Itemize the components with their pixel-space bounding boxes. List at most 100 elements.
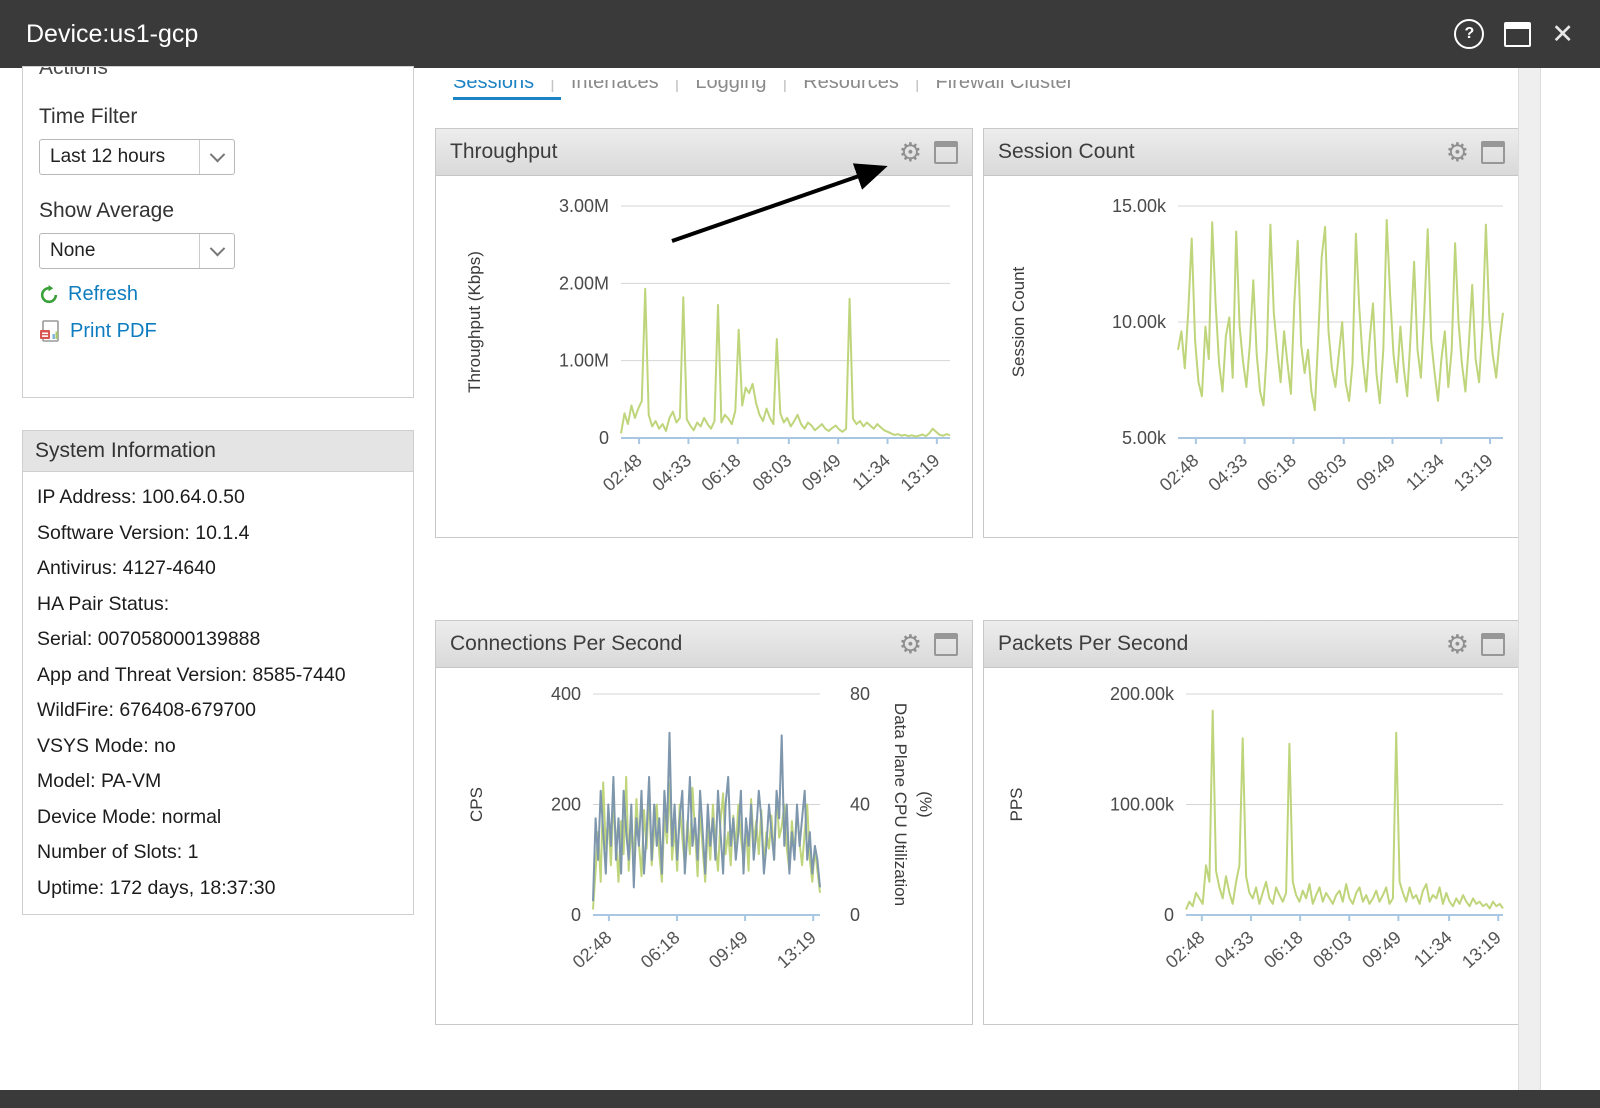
chevron-down-icon xyxy=(209,146,225,162)
panel-header: Throughput ⚙ xyxy=(436,129,972,176)
system-info-item: Model: PA-VM xyxy=(37,764,399,800)
refresh-label: Refresh xyxy=(68,283,138,306)
svg-text:09:49: 09:49 xyxy=(705,927,752,972)
svg-text:Data Plane CPU Utilization: Data Plane CPU Utilization xyxy=(891,703,910,906)
svg-text:0: 0 xyxy=(1164,905,1174,925)
tab-separator: | xyxy=(550,80,555,97)
time-filter-select[interactable]: Last 12 hours xyxy=(39,139,235,175)
svg-text:11:34: 11:34 xyxy=(1410,927,1456,971)
titlebar-icons: ? ✕ xyxy=(1454,19,1574,49)
system-info-item: Uptime: 172 days, 18:37:30 xyxy=(37,871,399,907)
throughput-chart: 01.00M2.00M3.00M02:4804:3306:1808:0309:4… xyxy=(436,176,972,543)
tab-sessions[interactable]: Sessions xyxy=(453,80,534,97)
print-pdf-link[interactable]: Print PDF xyxy=(39,320,397,343)
panel-title: Packets Per Second xyxy=(984,632,1188,656)
svg-text:2.00M: 2.00M xyxy=(559,273,609,293)
panel-window-icon[interactable] xyxy=(1481,633,1505,656)
help-icon-glyph: ? xyxy=(1464,25,1474,43)
system-info-item: Number of Slots: 1 xyxy=(37,835,399,871)
svg-text:0: 0 xyxy=(571,905,581,925)
svg-text:02:48: 02:48 xyxy=(1162,927,1209,972)
time-filter-dropdown-button[interactable] xyxy=(199,140,234,174)
tab-logging[interactable]: Logging xyxy=(695,80,766,97)
panel-title: Session Count xyxy=(984,140,1135,164)
svg-text:13:19: 13:19 xyxy=(1450,450,1497,495)
system-info-item: Device Mode: normal xyxy=(37,800,399,836)
throughput-plot: 01.00M2.00M3.00M02:4804:3306:1808:0309:4… xyxy=(436,176,972,538)
print-pdf-label: Print PDF xyxy=(70,320,157,343)
show-average-select[interactable]: None xyxy=(39,233,235,269)
svg-text:02:48: 02:48 xyxy=(569,927,616,972)
titlebar: Device:us1-gcp ? ✕ xyxy=(0,0,1600,68)
svg-text:40: 40 xyxy=(850,795,870,815)
svg-text:06:18: 06:18 xyxy=(637,927,684,972)
help-icon[interactable]: ? xyxy=(1454,19,1484,49)
session-count-plot: 5.00k10.00k15.00k02:4804:3306:1808:0309:… xyxy=(984,176,1519,538)
system-info-item: Software Version: 10.1.4 xyxy=(37,516,399,552)
active-tab-underline xyxy=(453,97,561,100)
panel-window-icon[interactable] xyxy=(934,141,958,164)
svg-text:CPS: CPS xyxy=(467,787,486,822)
tab-resources[interactable]: Resources xyxy=(803,80,899,97)
system-info-item: WildFire: 676408-679700 xyxy=(37,693,399,729)
panel-header: Session Count ⚙ xyxy=(984,129,1519,176)
dialog-bottom-bar xyxy=(0,1090,1600,1108)
dialog-title: Device:us1-gcp xyxy=(26,20,198,49)
panel-header: Packets Per Second ⚙ xyxy=(984,621,1519,668)
gear-icon[interactable]: ⚙ xyxy=(1446,139,1469,165)
gear-icon[interactable]: ⚙ xyxy=(1446,631,1469,657)
panel-window-icon[interactable] xyxy=(934,633,958,656)
show-average-dropdown-button[interactable] xyxy=(199,234,234,268)
show-average-value: None xyxy=(40,240,199,262)
svg-text:15.00k: 15.00k xyxy=(1112,196,1167,216)
svg-text:PPS: PPS xyxy=(1007,787,1026,821)
svg-text:1.00M: 1.00M xyxy=(559,351,609,371)
system-info-item: VSYS Mode: no xyxy=(37,729,399,765)
svg-text:100.00k: 100.00k xyxy=(1110,795,1175,815)
svg-text:02:48: 02:48 xyxy=(1156,450,1203,495)
svg-text:3.00M: 3.00M xyxy=(559,196,609,216)
actions-header-clip: Actions xyxy=(39,67,397,87)
svg-text:11:34: 11:34 xyxy=(1402,450,1448,494)
tab-interfaces[interactable]: Interfaces xyxy=(571,80,659,97)
svg-text:80: 80 xyxy=(850,684,870,704)
svg-text:13:19: 13:19 xyxy=(773,927,820,972)
chevron-down-icon xyxy=(209,240,225,256)
system-info-item: App and Threat Version: 8585-7440 xyxy=(37,658,399,694)
gear-icon[interactable]: ⚙ xyxy=(899,139,922,165)
tab-firewall-cluster[interactable]: Firewall Cluster xyxy=(936,80,1074,97)
session-count-chart: 5.00k10.00k15.00k02:4804:3306:1808:0309:… xyxy=(984,176,1519,543)
svg-text:10.00k: 10.00k xyxy=(1112,312,1167,332)
svg-text:08:03: 08:03 xyxy=(749,450,796,495)
svg-text:04:33: 04:33 xyxy=(1211,927,1258,972)
tab-separator: | xyxy=(783,80,788,97)
time-filter-value: Last 12 hours xyxy=(40,146,199,168)
close-icon[interactable]: ✕ xyxy=(1551,21,1574,48)
time-filter-label: Time Filter xyxy=(39,105,397,129)
svg-text:09:49: 09:49 xyxy=(1358,927,1405,972)
system-information-list: IP Address: 100.64.0.50Software Version:… xyxy=(23,480,413,906)
svg-text:08:03: 08:03 xyxy=(1309,927,1356,972)
svg-text:02:48: 02:48 xyxy=(599,450,646,495)
svg-text:06:18: 06:18 xyxy=(1260,927,1307,972)
svg-text:04:33: 04:33 xyxy=(1204,450,1251,495)
panel-packets-per-second: Packets Per Second ⚙ 0100.00k200.00k02:4… xyxy=(983,620,1520,1025)
window-restore-icon[interactable] xyxy=(1504,22,1531,47)
svg-text:06:18: 06:18 xyxy=(1253,450,1300,495)
vertical-scrollbar[interactable] xyxy=(1518,68,1541,1090)
pdf-icon xyxy=(39,320,61,343)
svg-text:13:19: 13:19 xyxy=(897,450,944,495)
refresh-link[interactable]: Refresh xyxy=(39,283,397,306)
gear-icon[interactable]: ⚙ xyxy=(899,631,922,657)
panel-window-icon[interactable] xyxy=(1481,141,1505,164)
svg-text:09:49: 09:49 xyxy=(798,450,845,495)
cps-plot: 020040004080Data Plane CPU Utilization(%… xyxy=(436,668,972,1025)
cps-chart: 020040004080Data Plane CPU Utilization(%… xyxy=(436,668,972,1030)
svg-text:0: 0 xyxy=(850,905,860,925)
show-average-label: Show Average xyxy=(39,199,397,223)
svg-text:06:18: 06:18 xyxy=(698,450,745,495)
tab-strip: Sessions | Interfaces | Logging | Resour… xyxy=(435,80,1523,102)
svg-text:400: 400 xyxy=(551,684,581,704)
system-information-header: System Information xyxy=(23,431,413,472)
tab-separator: | xyxy=(675,80,680,97)
